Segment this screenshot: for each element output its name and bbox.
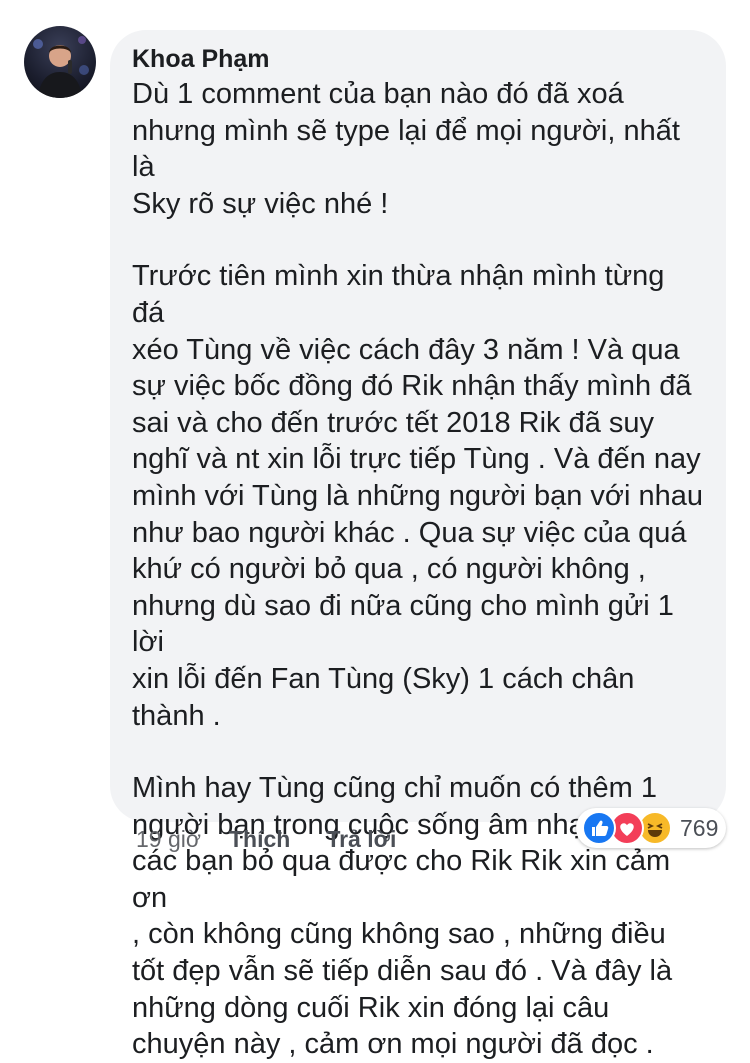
- like-button[interactable]: Thích: [229, 826, 290, 853]
- comment-paragraph: Trước tiên mình xin thừa nhận mình từng …: [132, 260, 703, 732]
- comment-actions: 19 giờ Thích Trả lời: [136, 822, 396, 856]
- reaction-count: 769: [680, 814, 719, 841]
- reply-button[interactable]: Trả lời: [326, 826, 396, 853]
- avatar[interactable]: [24, 26, 96, 98]
- reactions-summary[interactable]: 769: [576, 808, 726, 848]
- comment-bubble: Khoa Phạm Dù 1 comment của bạn nào đó đã…: [110, 30, 726, 1060]
- comment-timestamp[interactable]: 19 giờ: [136, 826, 201, 853]
- like-icon: [582, 811, 616, 845]
- comment-author[interactable]: Khoa Phạm: [132, 44, 704, 74]
- comment-paragraph: Dù 1 comment của bạn nào đó đã xoá nhưng…: [132, 78, 680, 220]
